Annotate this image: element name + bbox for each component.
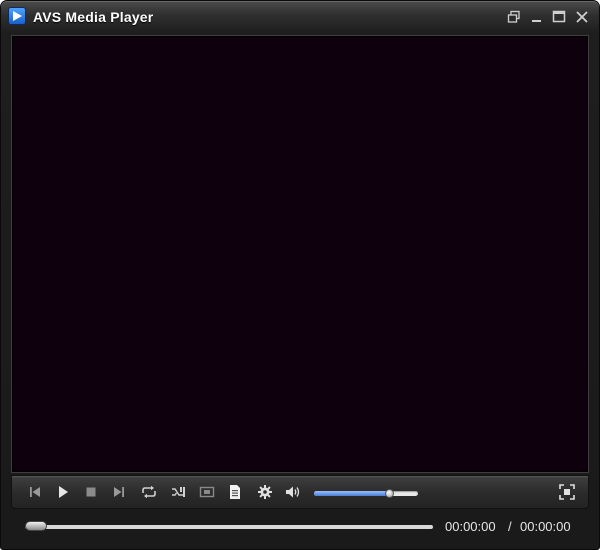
seek-bar[interactable] [25, 525, 433, 529]
total-time: 00:00:00 [520, 519, 571, 534]
close-icon [575, 10, 589, 24]
current-time: 00:00:00 [445, 519, 496, 534]
aspect-ratio-button[interactable] [198, 483, 216, 501]
previous-icon [26, 483, 44, 501]
video-display-area[interactable] [11, 35, 589, 473]
restore-button[interactable] [507, 10, 521, 24]
volume-slider[interactable] [314, 489, 418, 498]
settings-button[interactable] [256, 483, 274, 501]
next-icon [110, 483, 128, 501]
title-bar[interactable]: AVS Media Player [1, 1, 599, 35]
volume-slider-thumb[interactable] [384, 489, 394, 498]
maximize-icon [552, 10, 566, 24]
time-separator: / [508, 519, 512, 534]
play-button[interactable] [54, 483, 72, 501]
playlist-button[interactable] [226, 483, 244, 501]
close-button[interactable] [575, 10, 589, 24]
previous-button[interactable] [26, 483, 44, 501]
stop-button[interactable] [82, 483, 100, 501]
fullscreen-icon [558, 483, 576, 501]
next-button[interactable] [110, 483, 128, 501]
play-icon [54, 483, 72, 501]
fullscreen-button[interactable] [558, 483, 576, 501]
shuffle-button[interactable] [170, 483, 188, 501]
seek-thumb[interactable] [25, 521, 47, 531]
volume-icon [284, 483, 302, 501]
volume-button[interactable] [284, 483, 302, 501]
stop-icon [82, 483, 100, 501]
restore-icon [507, 10, 521, 24]
shuffle-icon [170, 483, 188, 501]
seek-area: 00:00:00 / 00:00:00 [11, 513, 589, 541]
minimize-button[interactable] [530, 10, 544, 24]
repeat-button[interactable] [140, 483, 158, 501]
control-bar [11, 475, 589, 509]
playlist-icon [226, 483, 244, 501]
volume-level-fill [314, 491, 389, 496]
minimize-icon [530, 10, 544, 24]
repeat-icon [140, 483, 158, 501]
player-window: AVS Media Player 00:00:00 / 00:00:00 [0, 0, 600, 550]
app-logo-icon[interactable] [8, 7, 26, 25]
aspect-ratio-icon [198, 483, 216, 501]
settings-gear-icon [256, 483, 274, 501]
window-title: AVS Media Player [33, 9, 154, 25]
maximize-button[interactable] [552, 10, 566, 24]
